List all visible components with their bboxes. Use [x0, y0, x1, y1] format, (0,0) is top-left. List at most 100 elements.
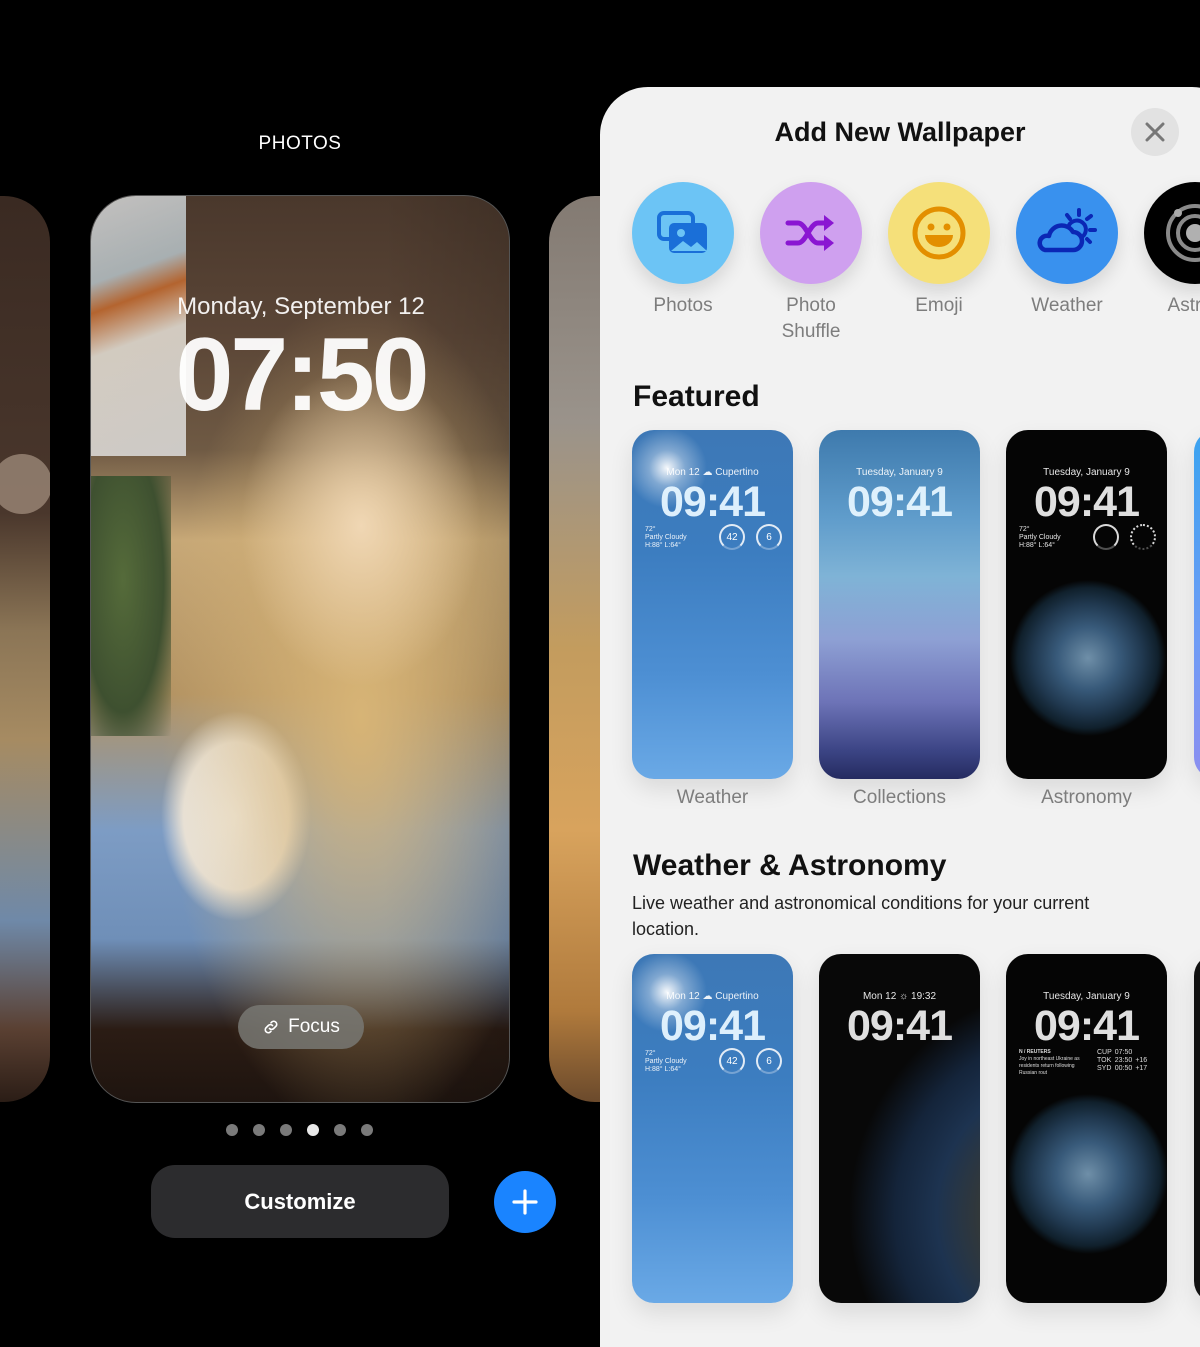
shuffle-icon [760, 182, 862, 284]
aqi-gauge: 42 [719, 1048, 745, 1074]
category-label-line: Photo [786, 295, 836, 316]
smiley-icon [888, 182, 990, 284]
category-astronomy[interactable]: Astron [1131, 182, 1200, 319]
photos-icon [632, 182, 734, 284]
featured-heading: Featured [633, 380, 760, 413]
gallery-title: PHOTOS [258, 133, 342, 154]
world-clock-widget: CUP 07:50 TOK 23:50 +16 SYD 00:50 +17 [1097, 1049, 1150, 1073]
link-icon [264, 1020, 278, 1034]
category-label: Photos [653, 295, 713, 316]
featured-tile-astronomy[interactable]: Tuesday, January 9 09:41 72° Partly Clou… [1006, 430, 1167, 779]
category-label: Photo Shuffle [747, 293, 875, 345]
add-wallpaper-button[interactable] [494, 1171, 556, 1233]
world-clock-row: TOK 23:50 +16 [1097, 1057, 1150, 1065]
clock-time: 07:50 [1114, 1049, 1133, 1056]
world-clock-row: SYD 00:50 +17 [1097, 1065, 1150, 1073]
featured-tile-weather[interactable]: Mon 12 ☁ Cupertino 09:41 72° Partly Clou… [632, 430, 793, 779]
tile-date: Tuesday, January 9 [1043, 467, 1130, 478]
world-clock-row: CUP 07:50 [1097, 1049, 1150, 1057]
wa-tile-earth[interactable]: Mon 12 ☼ 19:32 09:41 [819, 954, 980, 1303]
page-dot[interactable] [253, 1124, 265, 1136]
page-dot-active[interactable] [307, 1124, 319, 1136]
news-widget: N / REUTERS Joy in northeast Ukraine as … [1019, 1049, 1089, 1077]
weather-temp: 72° [1019, 526, 1030, 533]
weather-temp: 72° [645, 1050, 656, 1057]
close-button[interactable] [1131, 108, 1179, 156]
category-label: Astron [1167, 295, 1200, 316]
category-label: Weather [1031, 295, 1103, 316]
category-label-line: Shuffle [781, 321, 841, 342]
weather-astronomy-description: Live weather and astronomical conditions… [632, 893, 1090, 939]
weather-temp: 72° [645, 526, 656, 533]
clock-offset: +17 [1135, 1065, 1148, 1072]
focus-button[interactable]: Focus [238, 1005, 364, 1049]
aqi-gauge: 42 [719, 524, 745, 550]
weather-hilo: H:88° L:64° [645, 542, 681, 549]
tile-time: 09:41 [847, 478, 953, 526]
clock-city: TOK [1097, 1057, 1112, 1064]
wa-tile-astronomy[interactable]: Tuesday, January 9 09:41 N / REUTERS Joy… [1006, 954, 1167, 1303]
page-indicator[interactable] [226, 1124, 373, 1136]
tile-label: Astronomy [1041, 787, 1132, 808]
category-label: Emoji [915, 295, 963, 316]
tile-time: 09:41 [1034, 1002, 1140, 1050]
weather-hilo: H:88° L:64° [1019, 542, 1055, 549]
tile-time: 09:41 [660, 478, 766, 526]
tile-date: Mon 12 ☁ Cupertino [666, 467, 759, 478]
category-emoji[interactable]: Emoji [875, 182, 1003, 319]
focus-label: Focus [288, 1016, 340, 1037]
wallpaper-current[interactable]: Monday, September 12 07:50 Focus [90, 195, 510, 1103]
sheet-title: Add New Wallpaper [774, 117, 1026, 147]
clock-time: 23:50 [1114, 1057, 1133, 1064]
tile-date: Tuesday, January 9 [856, 467, 943, 478]
page-dot[interactable] [334, 1124, 346, 1136]
clock-city: SYD [1097, 1065, 1112, 1072]
tile-date: Mon 12 ☁ Cupertino [666, 991, 759, 1002]
wallpaper-previous[interactable] [0, 196, 50, 1102]
page-dot[interactable] [280, 1124, 292, 1136]
orbit-icon [1144, 182, 1200, 284]
featured-tile-collections[interactable]: Tuesday, January 9 09:41 [819, 430, 980, 779]
featured-tile-partial[interactable] [1194, 430, 1200, 779]
page-dot[interactable] [226, 1124, 238, 1136]
photo-background-tree [91, 476, 171, 736]
clock-offset: +16 [1135, 1057, 1148, 1064]
weather-condition: Partly Cloudy [645, 534, 687, 541]
category-photo-shuffle[interactable]: Photo Shuffle [747, 182, 875, 345]
clock-widget-icon [1130, 524, 1156, 550]
category-photos[interactable]: Photos [619, 182, 747, 319]
weather-astronomy-heading: Weather & Astronomy [633, 849, 947, 882]
weather-widget: 72° Partly Cloudy H:88° L:64° [645, 526, 687, 550]
category-weather[interactable]: Weather [1003, 182, 1131, 319]
tile-date: Tuesday, January 9 [1043, 991, 1130, 1002]
clock-offset [1135, 1049, 1150, 1057]
clock-time: 00:50 [1114, 1065, 1133, 1072]
tile-label: Collections [853, 787, 946, 808]
tile-label: Weather [676, 787, 749, 808]
tile-date: Mon 12 ☼ 19:32 [862, 991, 937, 1002]
widget-ring [0, 454, 50, 514]
tile-time: 09:41 [1034, 478, 1140, 526]
wa-tile-weather[interactable]: Mon 12 ☁ Cupertino 09:41 72° Partly Clou… [632, 954, 793, 1303]
wa-tile-partial[interactable] [1194, 954, 1200, 1303]
news-source: N / REUTERS [1019, 1049, 1051, 1055]
add-wallpaper-sheet: Add New Wallpaper Photos Photo Shuffle Em… [600, 87, 1200, 1347]
weather-widget: 72° Partly Cloudy H:88° L:64° [1019, 526, 1061, 550]
tile-time: 09:41 [847, 1002, 953, 1050]
lock-screen-time: 07:50 [175, 317, 430, 433]
plus-icon [512, 1189, 538, 1215]
tile-time: 09:41 [660, 1002, 766, 1050]
weather-widget: 72° Partly Cloudy H:88° L:64° [645, 1050, 687, 1074]
page-dot[interactable] [361, 1124, 373, 1136]
news-headline: Joy in northeast Ukraine as residents re… [1019, 1056, 1080, 1076]
close-icon [1145, 122, 1165, 142]
uv-gauge: 6 [756, 524, 782, 550]
weather-condition: Partly Cloudy [645, 1058, 687, 1065]
weather-hilo: H:88° L:64° [645, 1066, 681, 1073]
cloud-sun-icon [1016, 182, 1118, 284]
uv-gauge: 6 [756, 1048, 782, 1074]
weather-condition: Partly Cloudy [1019, 534, 1061, 541]
customize-button[interactable]: Customize [151, 1165, 449, 1238]
battery-widget-icon [1093, 524, 1119, 550]
clock-city: CUP [1097, 1049, 1112, 1056]
